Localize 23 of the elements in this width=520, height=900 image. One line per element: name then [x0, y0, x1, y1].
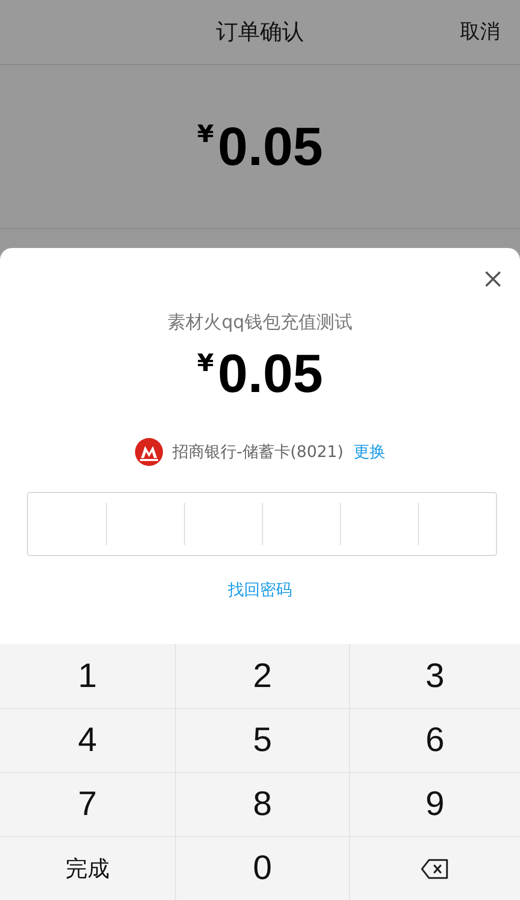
- product-name: 素材火qq钱包充值测试: [166, 311, 354, 334]
- number-key[interactable]: 2: [175, 644, 349, 708]
- number-key[interactable]: 7: [0, 772, 175, 836]
- number-key[interactable]: 8: [175, 772, 349, 836]
- password-field[interactable]: [27, 492, 497, 556]
- number-key[interactable]: 1: [0, 644, 175, 708]
- number-key[interactable]: 9: [349, 772, 520, 836]
- number-key[interactable]: 5: [175, 708, 349, 772]
- backspace-icon[interactable]: [421, 858, 449, 878]
- bank-logo-icon: [134, 438, 162, 466]
- payment-amount: 0.05: [218, 343, 323, 405]
- close-icon[interactable]: [484, 270, 502, 288]
- number-key[interactable]: 4: [0, 708, 175, 772]
- currency-sign: ¥: [197, 120, 214, 148]
- number-key[interactable]: 0: [175, 836, 349, 900]
- number-key[interactable]: 3: [349, 644, 520, 708]
- number-key[interactable]: 6: [349, 708, 520, 772]
- page-title: 订单确认: [216, 19, 304, 47]
- currency-sign: ¥: [197, 349, 214, 377]
- cancel-button[interactable]: 取消: [460, 18, 500, 45]
- bank-card-label: 招商银行-储蓄卡(8021): [172, 442, 344, 462]
- done-key[interactable]: 完成: [0, 836, 175, 900]
- order-amount: 0.05: [218, 116, 323, 178]
